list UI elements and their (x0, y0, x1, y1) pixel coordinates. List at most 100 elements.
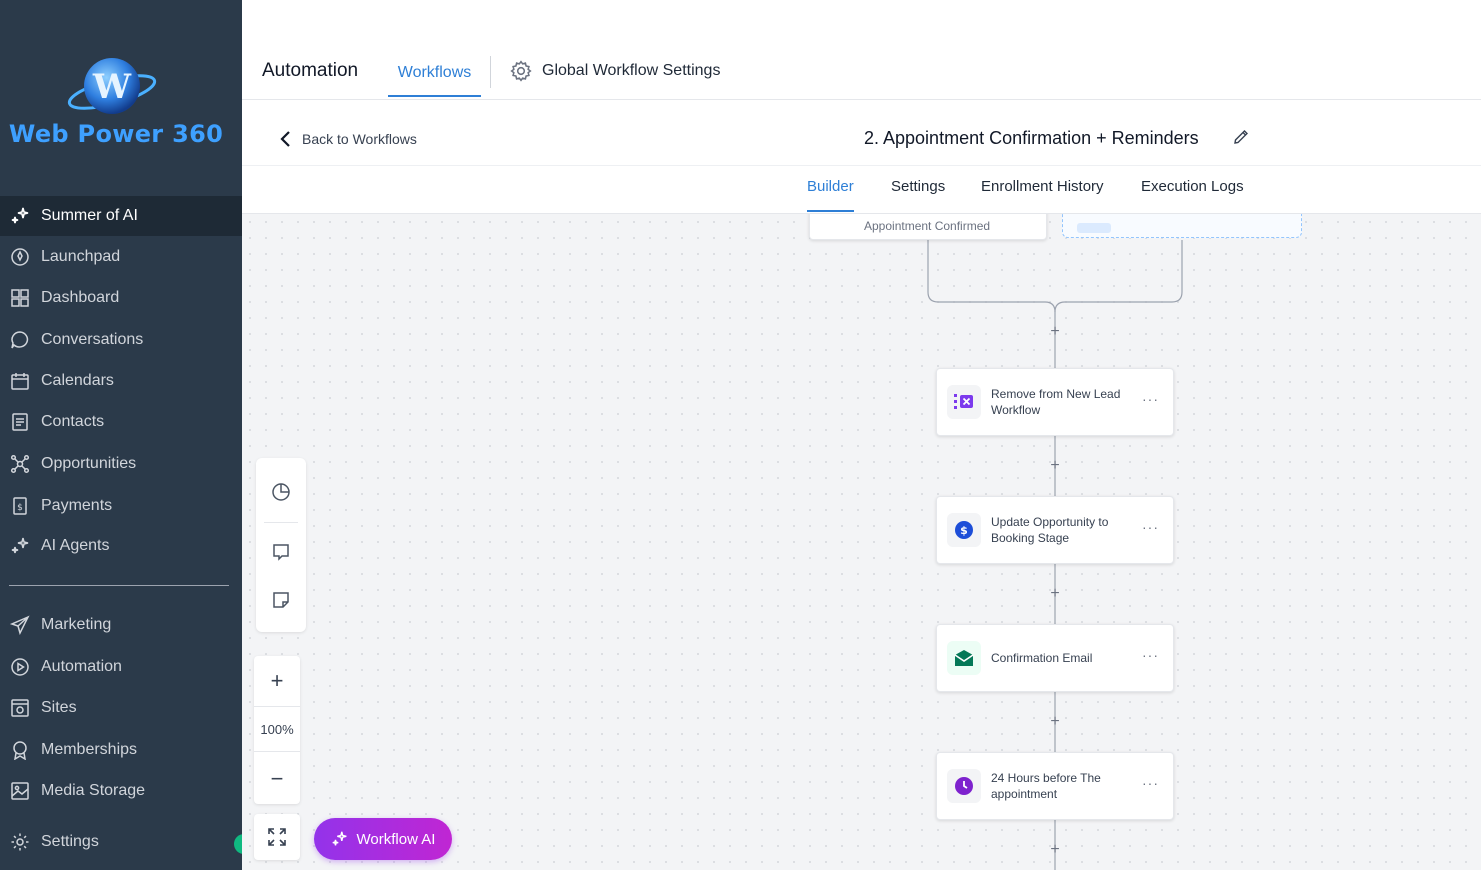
sidebar-item-label: Payments (41, 497, 113, 514)
badge-icon (9, 739, 31, 761)
action-node-confirmation-email[interactable]: Confirmation Email ··· (936, 624, 1174, 692)
sidebar-item-label: Opportunities (41, 455, 137, 472)
sidebar-item-memberships[interactable]: Memberships (0, 730, 242, 770)
connector-lines (927, 240, 1183, 870)
sidebar-item-label: Settings (41, 833, 99, 850)
zoom-in-button[interactable]: + (254, 658, 300, 704)
add-step-button[interactable]: + (1047, 842, 1063, 858)
global-workflow-settings-link[interactable]: Global Workflow Settings (510, 60, 720, 82)
tab-builder[interactable]: Builder (807, 178, 854, 212)
expand-icon (268, 828, 286, 846)
payments-icon: $ (9, 495, 31, 517)
subbar-divider (242, 165, 1481, 166)
sparkle-icon (9, 205, 31, 227)
comments-button[interactable] (256, 528, 306, 576)
trigger-node[interactable]: Appointment Confirmed (809, 214, 1047, 240)
brand-logo[interactable]: W Web Power 360 (0, 40, 242, 160)
sidebar-item-opportunities[interactable]: Opportunities (0, 444, 242, 484)
zoom-out-button[interactable]: − (254, 756, 300, 802)
notes-button[interactable] (256, 576, 306, 624)
more-options-icon[interactable]: ··· (1142, 647, 1159, 663)
add-step-button[interactable]: + (1047, 714, 1063, 730)
chevron-left-icon (280, 131, 290, 147)
add-step-button[interactable]: + (1047, 458, 1063, 474)
sidebar-item-automation[interactable]: Automation (0, 647, 242, 687)
header-separator (490, 56, 491, 88)
sticky-note-icon (273, 592, 289, 608)
workflow-canvas[interactable]: Appointment Confirmed + Remove from New … (242, 214, 1481, 870)
sidebar-item-dashboard[interactable]: Dashboard (0, 278, 242, 318)
globe-logo-icon: W (67, 58, 157, 114)
sites-icon (9, 697, 31, 719)
workflow-title: 2. Appointment Confirmation + Reminders (864, 128, 1199, 148)
node-label: Update Opportunity to Booking Stage (991, 515, 1109, 545)
placeholder-icon (1077, 223, 1111, 233)
tool-divider (264, 522, 298, 523)
tab-settings[interactable]: Settings (891, 178, 945, 212)
remove-workflow-icon (947, 385, 981, 419)
email-icon (947, 641, 981, 675)
stats-button[interactable] (256, 468, 306, 516)
sidebar-item-launchpad[interactable]: Launchpad (0, 237, 242, 277)
sidebar-divider (9, 585, 229, 586)
sidebar-item-label: Sites (41, 699, 77, 716)
svg-text:$: $ (17, 503, 23, 513)
more-options-icon[interactable]: ··· (1142, 519, 1159, 535)
sidebar-item-label: Summer of AI (41, 207, 138, 224)
tab-workflows[interactable]: Workflows (388, 50, 481, 97)
tab-execution-logs[interactable]: Execution Logs (1141, 178, 1244, 212)
add-step-button[interactable]: + (1047, 324, 1063, 340)
sidebar-item-label: Launchpad (41, 248, 121, 265)
pie-chart-icon (272, 483, 290, 501)
comment-icon (273, 544, 289, 561)
workflow-ai-button[interactable]: Workflow AI (314, 818, 452, 860)
sparkle-icon (9, 535, 31, 557)
wait-node-24-hours[interactable]: 24 Hours before The appointment ··· (936, 752, 1174, 820)
pencil-icon[interactable] (1232, 128, 1250, 146)
gear-icon (9, 831, 31, 853)
contacts-icon (9, 411, 31, 433)
sidebar-item-label: Conversations (41, 331, 144, 348)
chat-icon (9, 329, 31, 351)
sidebar: W Web Power 360 Summer of AI Launchpad D… (0, 0, 246, 870)
fit-to-screen-button[interactable] (254, 814, 300, 860)
add-trigger-placeholder[interactable] (1062, 214, 1302, 238)
sidebar-item-marketing[interactable]: Marketing (0, 605, 242, 645)
sidebar-item-ai-agents[interactable]: AI Agents (0, 526, 242, 566)
action-node-update-opportunity[interactable]: $ Update Opportunity to Booking Stage ··… (936, 496, 1174, 564)
action-node-remove-from-workflow[interactable]: Remove from New Lead Workflow ··· (936, 368, 1174, 436)
sidebar-item-payments[interactable]: $ Payments (0, 486, 242, 526)
sidebar-item-conversations[interactable]: Conversations (0, 320, 242, 360)
node-label: Confirmation Email (991, 651, 1093, 665)
more-options-icon[interactable]: ··· (1142, 775, 1159, 791)
svg-text:W: W (92, 67, 132, 107)
sidebar-item-settings[interactable]: Settings (0, 822, 242, 862)
gear-icon (510, 60, 532, 82)
sidebar-item-media-storage[interactable]: Media Storage (0, 771, 242, 811)
zoom-controls: + 100% − (254, 656, 300, 804)
more-options-icon[interactable]: ··· (1142, 391, 1159, 407)
add-step-button[interactable]: + (1047, 586, 1063, 602)
sidebar-item-calendars[interactable]: Calendars (0, 361, 242, 401)
sidebar-item-label: Memberships (41, 741, 138, 758)
canvas-tool-panel (256, 458, 306, 632)
node-label: Remove from New Lead Workflow (991, 387, 1121, 417)
back-to-workflows-link[interactable]: Back to Workflows (278, 130, 417, 148)
back-label: Back to Workflows (302, 131, 417, 147)
workflow-ai-label: Workflow AI (356, 830, 436, 848)
workflow-header: Back to Workflows 2. Appointment Confirm… (242, 100, 1481, 214)
image-icon (9, 780, 31, 802)
sidebar-item-label: Media Storage (41, 782, 146, 799)
sidebar-item-label: Automation (41, 658, 122, 675)
svg-text:$: $ (960, 524, 968, 537)
sidebar-item-sites[interactable]: Sites (0, 688, 242, 728)
brand-name: Web Power 360 (8, 120, 224, 148)
sidebar-item-label: Contacts (41, 413, 105, 430)
trigger-label: Appointment Confirmed (864, 219, 991, 233)
sidebar-item-contacts[interactable]: Contacts (0, 402, 242, 442)
dollar-icon: $ (947, 513, 981, 547)
clock-icon (947, 769, 981, 803)
tab-enrollment-history[interactable]: Enrollment History (981, 178, 1104, 212)
send-icon (9, 614, 31, 636)
sidebar-item-summer-of-ai[interactable]: Summer of AI (0, 196, 242, 236)
